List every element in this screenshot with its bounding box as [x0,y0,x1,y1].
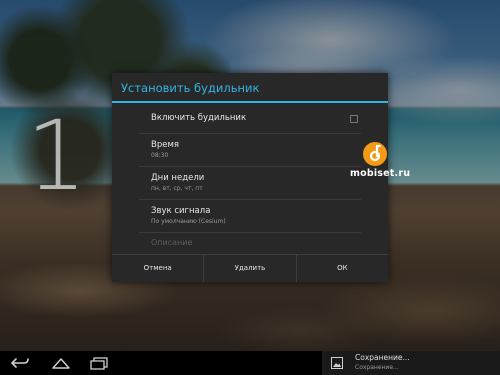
weekdays-label: Дни недели [151,173,205,183]
weekdays-value: пн, вт, ср, чт, пт [151,185,203,192]
image-icon [331,357,343,369]
ringtone-row[interactable]: Звук сигнала По умолчанию (Cesium) [139,200,361,233]
notification-subtitle: Сохранение... [355,364,399,371]
recent-apps-icon[interactable] [88,355,110,371]
time-row[interactable]: Время 08:30 [139,134,361,167]
mobiset-logo-icon [363,142,387,166]
description-field[interactable]: Описание [151,237,361,248]
notification-area[interactable]: Сохранение... Сохранение... [322,351,500,375]
delete-button[interactable]: Удалить [204,255,297,282]
ringtone-label: Звук сигнала [151,206,211,216]
enable-alarm-label: Включить будильник [151,113,247,123]
alarm-dialog: Установить будильник Включить будильник … [112,73,388,282]
home-icon[interactable] [50,355,72,371]
watermark-text: mobiset.ru [350,168,411,179]
weekdays-row[interactable]: Дни недели пн, вт, ср, чт, пт [139,167,361,200]
ok-button[interactable]: ОК [297,255,388,282]
clock-digit: 1 [26,100,88,212]
ringtone-value: По умолчанию (Cesium) [151,218,226,225]
dialog-button-bar: Отмена Удалить ОК [112,254,388,282]
dialog-title: Установить будильник [112,73,388,103]
time-value: 08:30 [151,152,169,159]
notification-title: Сохранение... [355,353,410,362]
enable-alarm-row[interactable]: Включить будильник [139,103,361,134]
cancel-button[interactable]: Отмена [112,255,205,282]
time-label: Время [151,140,179,150]
description-row[interactable]: Описание [139,233,361,253]
enable-alarm-checkbox[interactable] [350,115,358,123]
back-icon[interactable] [10,355,30,371]
